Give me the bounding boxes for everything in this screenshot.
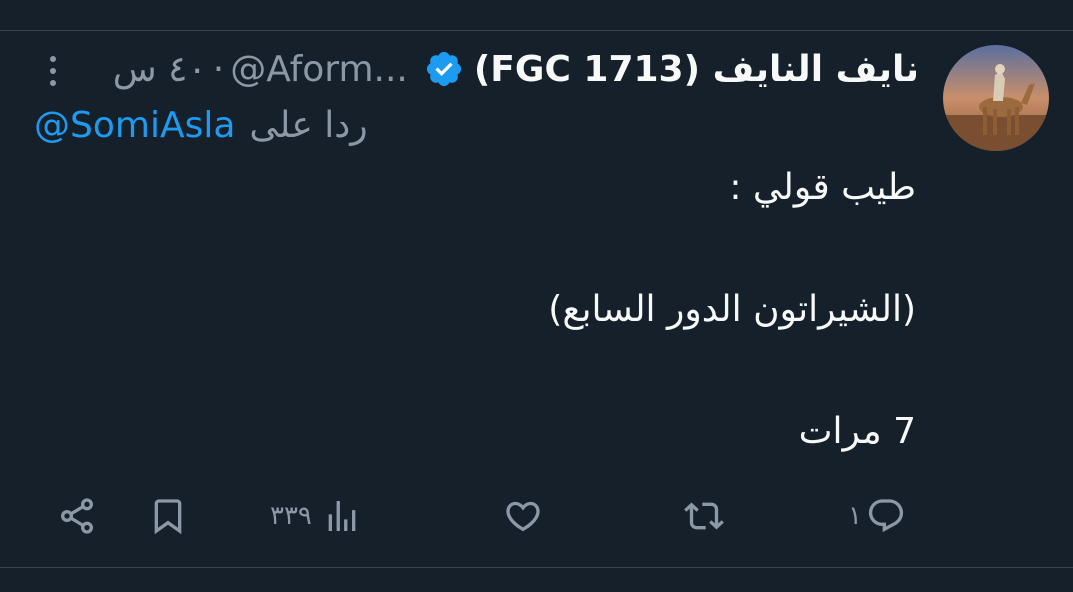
tweet-timestamp[interactable]: ٤٠ س <box>113 49 207 90</box>
bookmark-button[interactable] <box>148 486 188 546</box>
reply-icon <box>868 499 904 533</box>
author-display-name[interactable]: نايف النايف (FGC 1713) <box>474 49 919 90</box>
views-button[interactable]: ٣٣٩ <box>270 486 362 546</box>
action-bar: ١ ٣٣٩ <box>0 486 1073 546</box>
retweet-button[interactable] <box>684 486 724 546</box>
author-handle[interactable]: @Aform... <box>230 49 408 90</box>
tweet-text-line: (الشيراتون الدور السابع) <box>548 289 916 330</box>
verified-badge-icon[interactable] <box>424 49 464 89</box>
tweet-header: نايف النايف (FGC 1713) @Aform... · ٤٠ س <box>113 39 919 99</box>
bookmark-icon <box>154 499 182 535</box>
reply-to-handle-link[interactable]: @SomiAsla <box>34 105 235 146</box>
like-button[interactable] <box>503 486 543 546</box>
avatar[interactable] <box>943 45 1049 151</box>
reply-count: ١ <box>848 501 862 531</box>
reply-context: ردا على @SomiAsla <box>34 97 368 153</box>
meta-separator: · <box>212 48 225 90</box>
author-meta: @Aform... · ٤٠ س <box>113 49 408 90</box>
reply-button[interactable]: ١ <box>848 486 906 546</box>
reply-prefix: ردا على <box>249 104 368 146</box>
bottom-divider <box>0 567 1073 568</box>
tweet[interactable]: نايف النايف (FGC 1713) @Aform... · ٤٠ س … <box>0 31 1073 567</box>
more-options-icon[interactable] <box>38 51 68 91</box>
share-icon <box>61 498 93 534</box>
share-button[interactable] <box>57 486 97 546</box>
views-icon <box>328 501 356 531</box>
retweet-icon <box>684 502 724 530</box>
views-count: ٣٣٩ <box>270 501 312 531</box>
tweet-text-line: طيب قولي : <box>729 167 916 208</box>
heart-icon <box>506 501 540 532</box>
avatar-camel-rider-icon <box>943 45 1049 151</box>
tweet-text-line: 7 مرات <box>798 411 916 452</box>
